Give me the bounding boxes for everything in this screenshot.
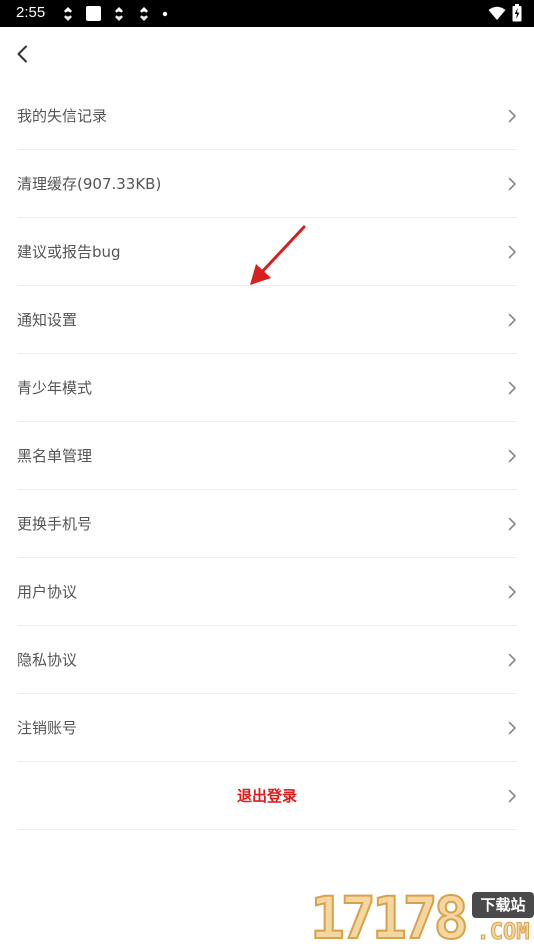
dot-icon <box>162 11 168 16</box>
chevron-right-icon <box>508 245 516 259</box>
menu-item-delete-account[interactable]: 注销账号 <box>17 694 517 762</box>
chevron-right-icon <box>508 517 516 531</box>
settings-menu: 我的失信记录 清理缓存(907.33KB) 建议或报告bug 通知设置 青少年模… <box>0 82 534 830</box>
watermark-logo: 17178 下载站 .COM <box>308 884 534 952</box>
logout-button[interactable]: 退出登录 <box>17 762 517 830</box>
status-time: 2:55 <box>16 4 46 21</box>
chevron-right-icon <box>508 109 516 123</box>
chevron-right-icon <box>508 721 516 735</box>
menu-item-label: 清理缓存(907.33KB) <box>17 175 162 193</box>
watermark-number: 17178 <box>309 884 470 952</box>
chevron-right-icon <box>508 585 516 599</box>
menu-item-label: 用户协议 <box>17 583 78 601</box>
menu-item-label: 建议或报告bug <box>17 243 121 261</box>
chevron-left-icon <box>17 45 27 63</box>
menu-item-youth-mode[interactable]: 青少年模式 <box>17 354 517 422</box>
system-icons <box>488 4 522 22</box>
menu-item-label: 黑名单管理 <box>17 447 93 465</box>
chevron-right-icon <box>508 449 516 463</box>
menu-item-label: 青少年模式 <box>17 379 93 397</box>
watermark-suffix: .COM <box>476 920 530 946</box>
chevron-right-icon <box>508 313 516 327</box>
menu-item-blacklist[interactable]: 黑名单管理 <box>17 422 517 490</box>
chevron-right-icon <box>508 653 516 667</box>
watermark-badge: 下载站 <box>472 892 534 918</box>
notification-icons <box>60 5 169 22</box>
annotation-arrow-icon <box>250 225 306 285</box>
menu-item-label: 隐私协议 <box>17 651 78 669</box>
sync-icon <box>140 6 148 21</box>
menu-item-label: 更换手机号 <box>17 515 93 533</box>
app-notification-icon <box>86 6 101 21</box>
chevron-right-icon <box>508 789 516 803</box>
chevron-right-icon <box>508 177 516 191</box>
wifi-icon <box>488 6 506 20</box>
menu-item-clear-cache[interactable]: 清理缓存(907.33KB) <box>17 150 517 218</box>
battery-charging-icon <box>512 4 522 22</box>
menu-item-label: 注销账号 <box>17 719 78 737</box>
chevron-right-icon <box>508 381 516 395</box>
sync-icon <box>115 6 123 21</box>
menu-item-label: 通知设置 <box>17 311 78 329</box>
menu-item-notification-settings[interactable]: 通知设置 <box>17 286 517 354</box>
sync-icon <box>64 6 72 21</box>
menu-item-credit-record[interactable]: 我的失信记录 <box>17 82 517 150</box>
status-bar: 2:55 <box>0 0 534 27</box>
menu-item-user-agreement[interactable]: 用户协议 <box>17 558 517 626</box>
menu-item-privacy-agreement[interactable]: 隐私协议 <box>17 626 517 694</box>
menu-item-label: 我的失信记录 <box>17 107 108 125</box>
logout-label: 退出登录 <box>236 787 297 805</box>
back-button[interactable] <box>8 40 36 68</box>
menu-item-change-phone[interactable]: 更换手机号 <box>17 490 517 558</box>
